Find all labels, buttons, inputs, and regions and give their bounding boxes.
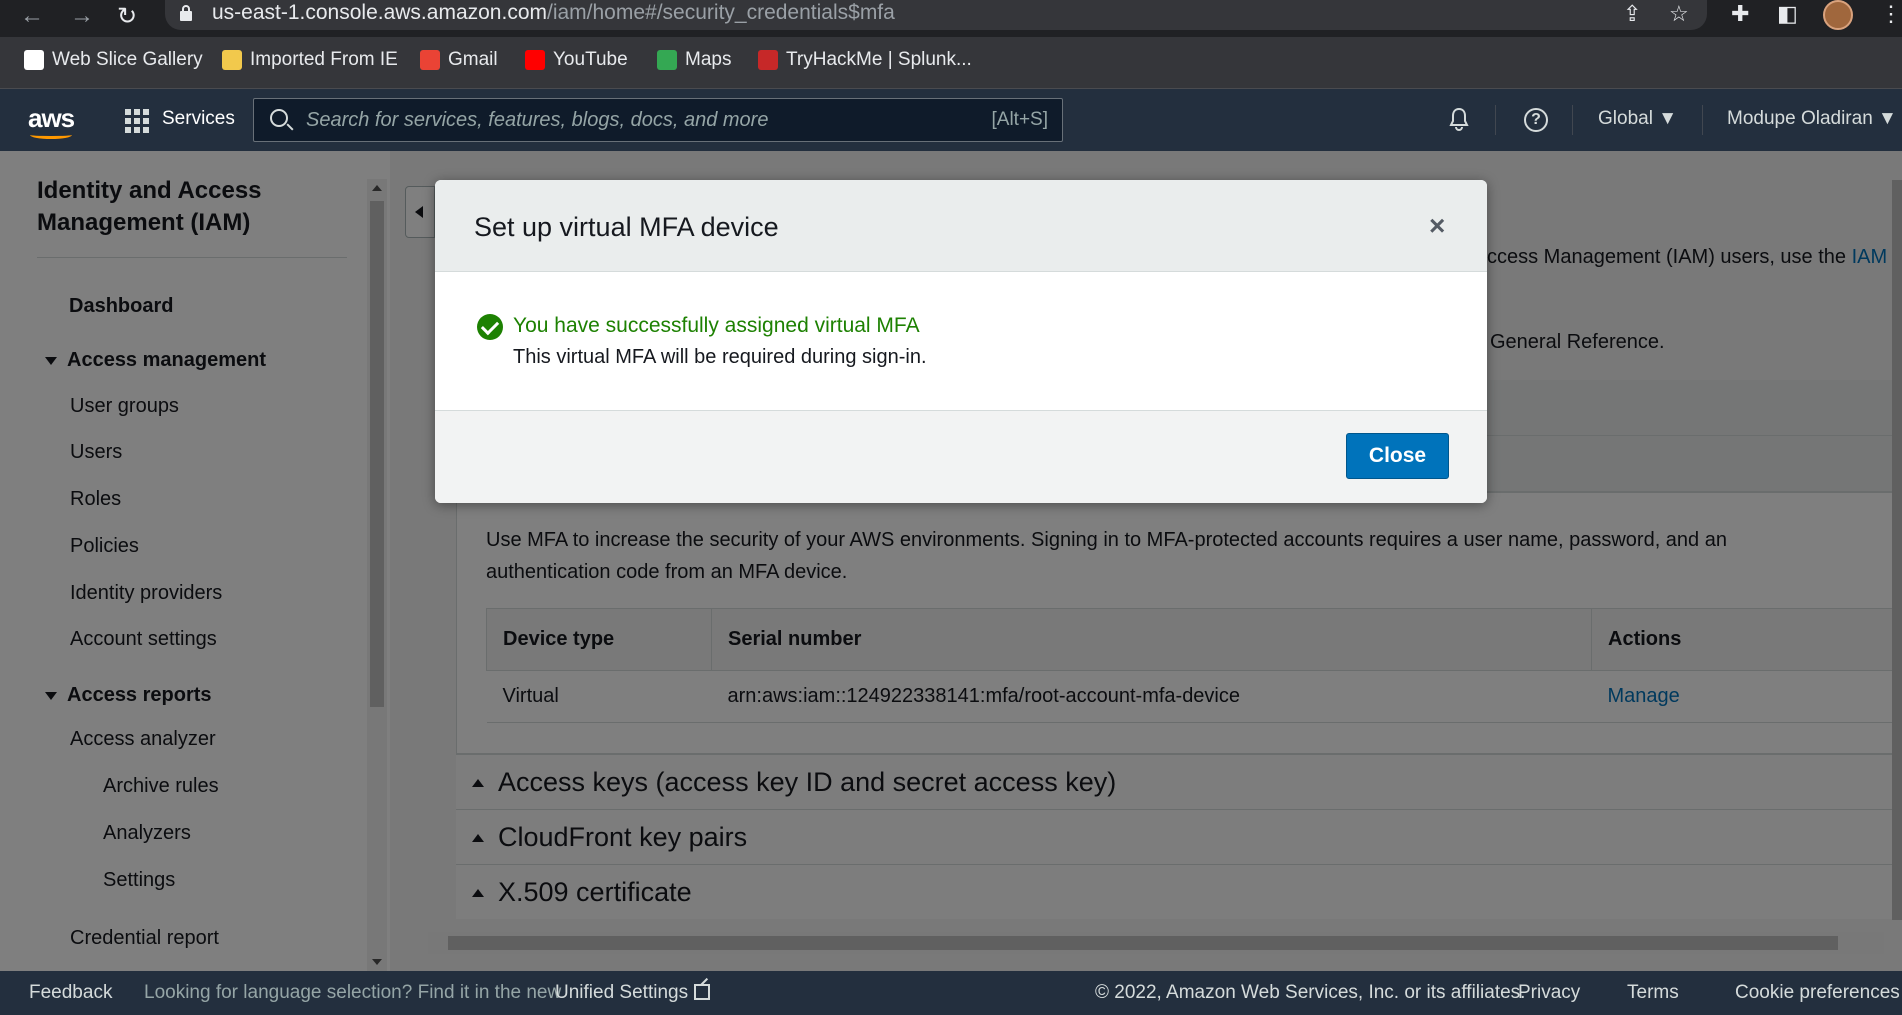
nav-divider (1572, 105, 1573, 135)
extensions-icon[interactable]: ✚ (1731, 1, 1749, 27)
youtube-icon (525, 50, 545, 70)
menu-dots-icon[interactable]: ⋮ (1880, 1, 1902, 27)
bookmark-imported-from-ie[interactable]: Imported From IE (222, 49, 398, 71)
address-bar[interactable]: us-east-1.console.aws.amazon.com/iam/hom… (165, 0, 1707, 30)
cloud-icon (758, 50, 778, 70)
unified-settings-link[interactable]: Unified Settings (555, 982, 711, 1004)
maps-icon (657, 50, 677, 70)
folder-icon (222, 50, 242, 70)
terms-link[interactable]: Terms (1627, 982, 1679, 1004)
search-box[interactable]: [Alt+S] (253, 98, 1063, 142)
privacy-link[interactable]: Privacy (1518, 982, 1580, 1004)
bookmark-youtube[interactable]: YouTube (525, 49, 628, 71)
back-arrow-icon[interactable]: ← (20, 2, 44, 30)
region-selector[interactable]: Global ▼ (1598, 108, 1677, 130)
share-icon[interactable]: ⇪ (1623, 1, 1641, 27)
star-icon[interactable]: ☆ (1669, 1, 1689, 27)
reload-icon[interactable]: ↻ (117, 2, 137, 31)
side-panel-icon[interactable]: ◧ (1777, 1, 1798, 27)
account-menu[interactable]: Modupe Oladiran ▼ (1727, 108, 1897, 130)
close-button[interactable]: Close (1346, 433, 1449, 479)
lock-icon (180, 5, 192, 21)
browser-toolbar: ← → ↻ us-east-1.console.aws.amazon.com/i… (0, 0, 1902, 37)
success-message: You have successfully assigned virtual M… (513, 314, 920, 337)
bookmark-tryhackme[interactable]: TryHackMe | Splunk... (758, 49, 972, 71)
search-shortcut-hint: [Alt+S] (991, 109, 1049, 130)
dialog-body: You have successfully assigned virtual M… (435, 272, 1487, 410)
console-footer: Feedback Looking for language selection?… (0, 971, 1902, 1015)
nav-divider (1495, 105, 1496, 135)
bookmarks-bar: Web Slice Gallery Imported From IE Gmail… (0, 37, 1902, 89)
web-slice-icon (24, 50, 44, 70)
bookmark-maps[interactable]: Maps (657, 49, 731, 71)
copyright-text: © 2022, Amazon Web Services, Inc. or its… (1095, 982, 1526, 1003)
aws-top-nav: aws Services [Alt+S] ? Global ▼ Modupe O… (0, 89, 1902, 151)
mfa-setup-dialog: Set up virtual MFA device × You have suc… (435, 180, 1487, 503)
help-icon[interactable]: ? (1524, 108, 1548, 132)
nav-divider (1702, 105, 1703, 135)
language-hint: Looking for language selection? Find it … (144, 982, 562, 1003)
dialog-footer: Close (435, 410, 1487, 503)
services-menu[interactable]: Services (162, 108, 235, 130)
search-input[interactable] (306, 107, 906, 133)
bookmark-web-slice-gallery[interactable]: Web Slice Gallery (24, 49, 203, 71)
url-text: us-east-1.console.aws.amazon.com/iam/hom… (212, 1, 895, 24)
gmail-icon (420, 50, 440, 70)
search-icon (270, 109, 288, 127)
success-detail: This virtual MFA will be required during… (513, 346, 927, 368)
aws-logo[interactable]: aws (28, 103, 75, 139)
dialog-title: Set up virtual MFA device (474, 212, 779, 242)
aws-smile-icon (30, 131, 72, 139)
bookmark-gmail[interactable]: Gmail (420, 49, 498, 71)
bell-icon[interactable] (1448, 107, 1470, 131)
success-check-icon (477, 314, 503, 340)
dialog-header: Set up virtual MFA device × (435, 180, 1487, 272)
forward-arrow-icon[interactable]: → (70, 2, 94, 30)
cookie-preferences-link[interactable]: Cookie preferences (1735, 982, 1900, 1004)
external-link-icon (694, 984, 711, 1000)
services-grid-icon[interactable] (125, 109, 149, 133)
close-icon[interactable]: × (1429, 212, 1445, 240)
feedback-link[interactable]: Feedback (29, 982, 112, 1004)
profile-avatar[interactable] (1823, 0, 1853, 30)
